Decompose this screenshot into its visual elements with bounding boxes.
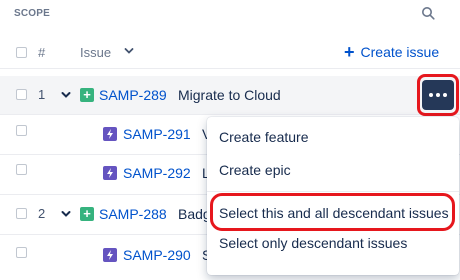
row-checkbox[interactable] [16,89,27,100]
row-number: 2 [38,206,46,221]
issue-summary[interactable]: Migrate to Cloud [178,87,281,103]
issue-key[interactable]: SAMP-289 [99,87,167,103]
feature-icon [103,248,117,262]
plus-icon: + [344,42,355,62]
chevron-down-icon[interactable] [61,210,71,218]
highlight-outline [417,74,459,116]
menu-item-create-feature[interactable]: Create feature [219,129,309,145]
issue-key[interactable]: SAMP-288 [99,206,167,222]
epic-icon: + [80,88,94,102]
highlight-outline [210,193,455,231]
epic-icon: + [80,207,94,221]
issue-key[interactable]: SAMP-291 [123,126,191,142]
menu-divider [207,191,459,192]
row-number: 1 [38,87,46,102]
select-all-checkbox[interactable] [16,47,27,58]
menu-item-create-epic[interactable]: Create epic [219,162,291,178]
chevron-down-icon[interactable] [124,47,134,55]
table-row[interactable]: 1 + SAMP-289 Migrate to Cloud [0,76,460,114]
feature-icon [103,166,117,180]
row-checkbox[interactable] [16,208,27,219]
menu-item-select-descendants-only[interactable]: Select only descendant issues [219,235,407,251]
divider [0,68,460,69]
issue-key[interactable]: SAMP-292 [123,165,191,181]
issue-key[interactable]: SAMP-290 [123,247,191,263]
create-issue-label: Create issue [360,44,440,60]
feature-icon [103,127,117,141]
row-checkbox[interactable] [16,125,27,136]
column-issue-header[interactable]: Issue [80,45,111,60]
issue-summary[interactable]: Badg [178,206,211,222]
chevron-down-icon[interactable] [61,91,71,99]
row-checkbox[interactable] [16,247,27,258]
divider [0,114,460,115]
panel-title: SCOPE [14,8,51,19]
row-checkbox[interactable] [16,164,27,175]
column-number-header: # [38,45,46,60]
column-header: # Issue + Create issue [0,38,460,68]
create-issue-button[interactable]: + Create issue [344,42,440,62]
search-icon[interactable] [421,6,435,20]
